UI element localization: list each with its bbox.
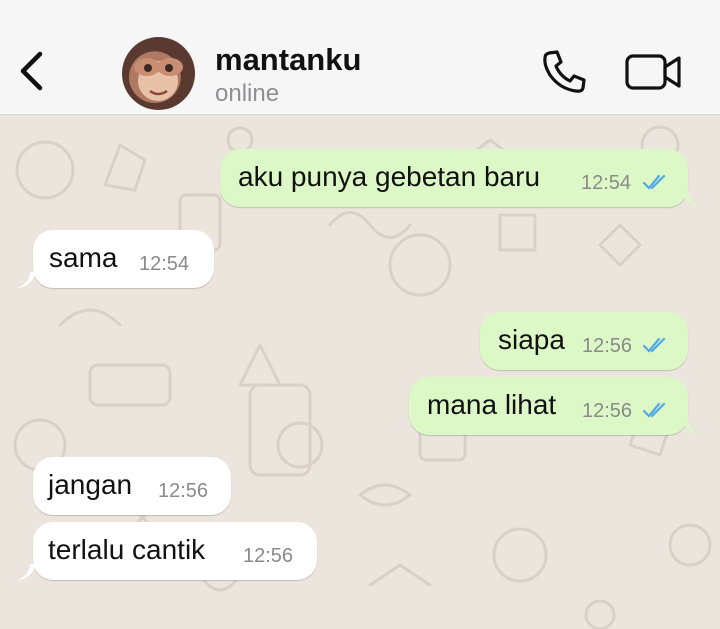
video-camera-icon	[625, 54, 681, 90]
chat-header: mantanku online	[0, 0, 720, 115]
double-check-icon	[642, 402, 666, 418]
message-bubble-outgoing[interactable]: aku punya gebetan baru 12:54	[220, 149, 688, 207]
phone-icon	[543, 50, 586, 93]
bubble-tail	[18, 564, 36, 580]
message-time: 12:54	[581, 172, 632, 194]
message-time: 12:56	[158, 480, 209, 502]
contact-avatar[interactable]	[122, 37, 195, 110]
contact-status: online	[215, 80, 280, 107]
message-text: aku punya gebetan baru	[238, 161, 541, 192]
message-bubble-outgoing[interactable]: siapa 12:56	[480, 312, 688, 370]
message-bubble-incoming[interactable]: terlalu cantik 12:56	[33, 522, 317, 580]
message-text: mana lihat	[427, 389, 557, 420]
message-time: 12:56	[582, 335, 633, 357]
contact-name[interactable]: mantanku	[215, 42, 361, 78]
message-time: 12:56	[243, 545, 294, 567]
bubble-tail	[682, 419, 700, 435]
message-bubble-outgoing[interactable]: mana lihat 12:56	[409, 377, 688, 435]
bubble-tail	[682, 191, 700, 207]
message-bubble-incoming[interactable]: sama 12:54	[33, 230, 214, 288]
message-text: terlalu cantik	[48, 534, 206, 565]
video-call-button[interactable]	[624, 52, 684, 92]
bubble-tail	[18, 272, 36, 288]
message-text: siapa	[498, 324, 565, 355]
back-button[interactable]	[10, 48, 56, 94]
message-time: 12:56	[582, 400, 633, 422]
message-time: 12:54	[139, 253, 190, 275]
avatar-photo	[134, 58, 183, 101]
message-text: sama	[49, 242, 118, 273]
double-check-icon	[642, 174, 666, 190]
message-text: jangan	[48, 469, 133, 500]
chat-area[interactable]: aku punya gebetan baru 12:54 sama 12:54 …	[0, 115, 720, 629]
voice-call-button[interactable]	[538, 48, 590, 94]
double-check-icon	[642, 337, 666, 353]
chevron-left-icon	[20, 51, 43, 91]
message-bubble-incoming[interactable]: jangan 12:56	[33, 457, 231, 515]
